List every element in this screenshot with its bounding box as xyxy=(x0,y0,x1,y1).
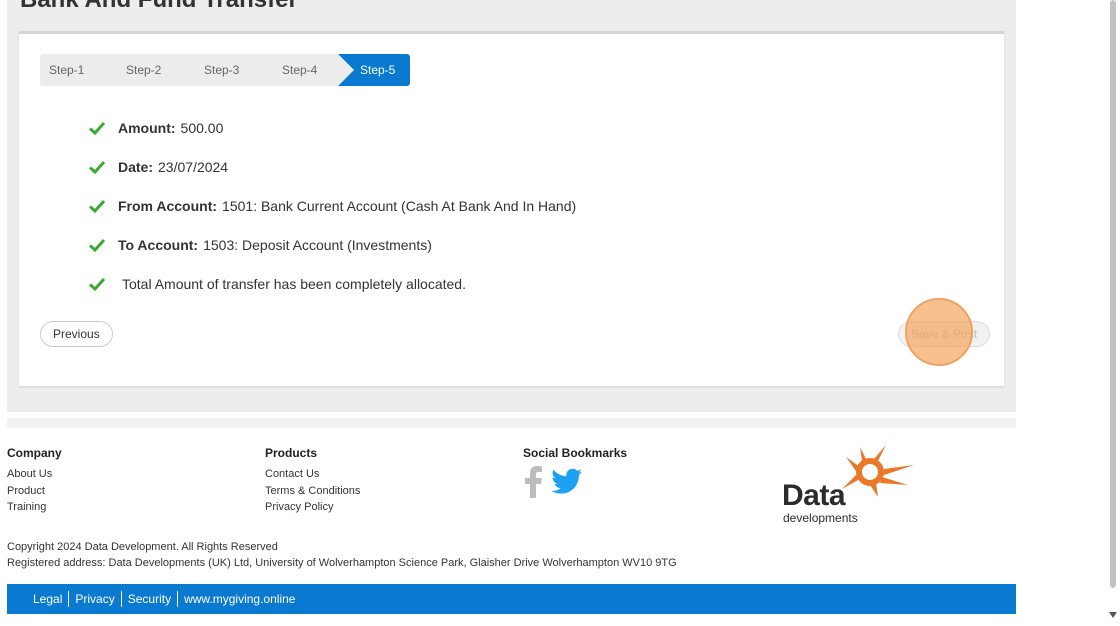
bottom-link-security[interactable]: Security xyxy=(120,591,177,607)
page-scrollbar[interactable] xyxy=(1106,0,1120,626)
transfer-summary-card: Step-1 Step-2 Step-3 Step-4 Step-5 Amoun… xyxy=(19,31,1004,386)
logo-subtitle: developments xyxy=(783,511,858,525)
footer-divider xyxy=(7,418,1016,428)
twitter-icon[interactable] xyxy=(551,468,583,496)
to-account-label: To Account: xyxy=(118,236,199,253)
step-1[interactable]: Step-1 xyxy=(40,54,120,86)
check-icon xyxy=(89,121,105,135)
logo-word: Data xyxy=(782,479,846,512)
summary-to-account: To Account: 1503: Deposit Account (Inves… xyxy=(89,225,576,264)
previous-button[interactable]: Previous xyxy=(40,321,113,347)
page-title: Bank And Fund Transfer xyxy=(20,0,298,14)
footer-social: Social Bookmarks xyxy=(523,446,627,498)
allocation-note: Total Amount of transfer has been comple… xyxy=(122,275,466,292)
scrollbar-thumb[interactable] xyxy=(1110,0,1116,588)
footer-products: Products Contact Us Terms & Conditions P… xyxy=(265,446,360,516)
footer-link-terms[interactable]: Terms & Conditions xyxy=(265,483,360,500)
footer-link-about-us[interactable]: About Us xyxy=(7,466,62,483)
check-icon xyxy=(89,199,105,213)
footer-link-product[interactable]: Product xyxy=(7,483,62,500)
from-account-label: From Account: xyxy=(118,197,218,214)
footer-link-contact-us[interactable]: Contact Us xyxy=(265,466,360,483)
footer-link-training[interactable]: Training xyxy=(7,499,62,516)
check-icon xyxy=(89,277,105,291)
from-account-value: 1501: Bank Current Account (Cash At Bank… xyxy=(222,197,577,214)
data-developments-logo: Data developments xyxy=(782,445,917,527)
facebook-icon[interactable] xyxy=(523,466,543,498)
scroll-down-icon[interactable] xyxy=(1109,612,1117,618)
copyright-text: Copyright 2024 Data Development. All Rig… xyxy=(7,541,278,553)
registered-address: Registered address: Data Developments (U… xyxy=(7,557,677,569)
copyright-block: Copyright 2024 Data Development. All Rig… xyxy=(7,539,677,571)
footer-link-privacy-policy[interactable]: Privacy Policy xyxy=(265,499,360,516)
summary-from-account: From Account: 1501: Bank Current Account… xyxy=(89,186,576,225)
social-icons xyxy=(523,466,627,498)
summary-allocation: Total Amount of transfer has been comple… xyxy=(89,264,576,303)
bottom-link-legal[interactable]: Legal xyxy=(27,591,68,607)
footer-products-heading: Products xyxy=(265,446,318,460)
amount-value: 500.00 xyxy=(180,119,224,136)
to-account-value: 1503: Deposit Account (Investments) xyxy=(203,236,432,253)
footer-social-heading: Social Bookmarks xyxy=(523,446,628,460)
check-icon xyxy=(89,160,105,174)
save-and-post-button[interactable]: Save & Post xyxy=(898,321,991,347)
summary-date: Date: 23/07/2024 xyxy=(89,147,576,186)
summary-list: Amount: 500.00 Date: 23/07/2024 From Acc… xyxy=(89,108,576,303)
footer-company: Company About Us Product Training xyxy=(7,446,62,516)
check-icon xyxy=(89,238,105,252)
bottom-links-bar: Legal Privacy Security www.mygiving.onli… xyxy=(7,584,1016,614)
footer-company-heading: Company xyxy=(7,446,62,460)
bottom-link-privacy[interactable]: Privacy xyxy=(68,591,120,607)
summary-amount: Amount: 500.00 xyxy=(89,108,576,147)
stepper: Step-1 Step-2 Step-3 Step-4 Step-5 xyxy=(40,54,440,86)
amount-label: Amount: xyxy=(118,119,176,136)
date-label: Date: xyxy=(118,158,154,175)
date-value: 23/07/2024 xyxy=(158,158,229,175)
bottom-link-mygiving[interactable]: www.mygiving.online xyxy=(177,591,301,607)
